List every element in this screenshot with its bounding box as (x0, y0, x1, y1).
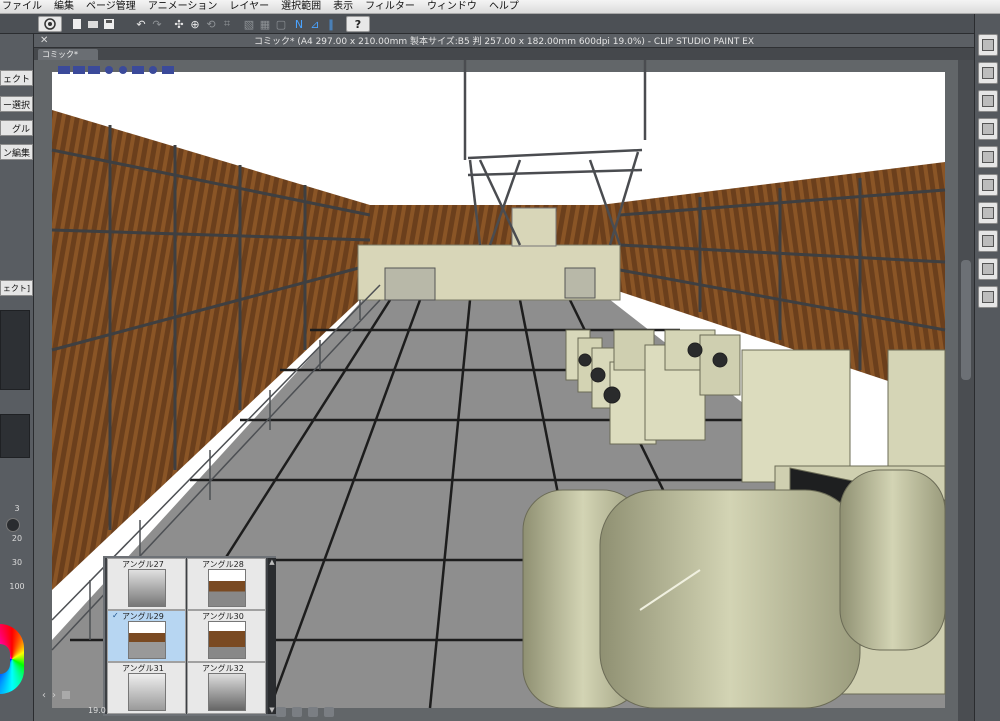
angle-item[interactable]: アングル28 (187, 558, 266, 610)
left-tool-panel: ェクト ー選択 グル ン編集 ェクト] 3 20 30 100 (0, 34, 34, 721)
next-page-icon[interactable]: › (52, 690, 56, 701)
angle-item-selected[interactable]: ✓ アングル29 (107, 610, 186, 662)
vertical-scrollbar[interactable] (958, 60, 974, 721)
rotate-icon[interactable]: ⟲ (204, 16, 218, 32)
image-layer-icon[interactable] (978, 230, 998, 252)
flip-view-icon[interactable] (292, 707, 302, 717)
check-icon: ✓ (112, 611, 119, 620)
3d-figure-icon[interactable] (978, 286, 998, 308)
menu-page[interactable]: ページ管理 (80, 0, 142, 14)
menu-edit[interactable]: 編集 (48, 0, 80, 14)
crop-icon[interactable]: ⌗ (220, 16, 234, 32)
grid-snap-icon[interactable]: ∥ (324, 16, 338, 32)
page-list-icon[interactable] (62, 691, 70, 699)
undo-icon[interactable]: ↶ (134, 16, 148, 32)
sub-tool-edit[interactable]: ン編集 (0, 144, 33, 160)
clear-icon[interactable]: ✣ (172, 16, 186, 32)
brush-size-20[interactable]: 20 (4, 534, 30, 548)
mask-icon[interactable] (978, 258, 998, 280)
border-icon[interactable]: ▢ (274, 16, 288, 32)
brush-size-100[interactable]: 100 (4, 582, 30, 596)
menu-filter[interactable]: フィルター (359, 0, 421, 14)
angle-thumbnail (128, 569, 166, 607)
tool-property-header: ェクト] (0, 280, 33, 296)
angle-item[interactable]: アングル27 (107, 558, 186, 610)
bottom-toolbar (276, 705, 576, 719)
sub-tool-object[interactable]: ェクト (0, 70, 33, 86)
help-button[interactable]: ? (346, 16, 370, 32)
app-window: ファイル 編集 ページ管理 アニメーション レイヤー 選択範囲 表示 フィルター… (0, 0, 1000, 721)
transform-icon[interactable]: ⊕ (188, 16, 202, 32)
menu-file[interactable]: ファイル (0, 0, 48, 14)
scroll-down-icon[interactable]: ▼ (268, 706, 276, 714)
scroll-up-icon[interactable]: ▲ (268, 558, 276, 566)
preview-panel (0, 414, 30, 458)
brush-size-30[interactable]: 30 (4, 558, 30, 572)
menu-window[interactable]: ウィンドウ (421, 0, 483, 14)
angle-item[interactable]: アングル31 (107, 662, 186, 714)
angle-palette: アングル27 アングル28 ✓ アングル29 アングル30 アングル31 アング… (103, 556, 276, 716)
save-icon[interactable] (102, 16, 116, 32)
tab-comic[interactable]: コミック* (38, 49, 98, 60)
angle-thumbnail (128, 621, 166, 659)
tone-icon[interactable]: ▦ (258, 16, 272, 32)
fit-view-icon[interactable] (308, 707, 318, 717)
command-bar: ↶ ↷ ✣ ⊕ ⟲ ⌗ ▧ ▦ ▢ N ⊿ ∥ ? (0, 14, 1000, 34)
help-icon: ? (354, 17, 362, 31)
brush-size-3[interactable]: 3 (4, 504, 30, 518)
redo-icon[interactable]: ↷ (150, 16, 164, 32)
sub-tool-select[interactable]: ー選択 (0, 96, 33, 112)
tone-layer-icon[interactable] (978, 90, 998, 112)
actual-size-icon[interactable] (324, 707, 334, 717)
angle-thumbnail (208, 621, 246, 659)
right-tool-panel (974, 14, 1000, 721)
tool-property-panel (0, 310, 30, 390)
transform-layer-icon[interactable] (978, 202, 998, 224)
layer-icon[interactable] (978, 34, 998, 56)
brush-dot[interactable] (6, 518, 20, 532)
sub-tool-angle[interactable]: グル (0, 120, 33, 136)
angle-palette-scrollbar[interactable]: ▲ ▼ (268, 558, 276, 714)
new-file-icon[interactable] (70, 16, 84, 32)
open-folder-icon[interactable] (86, 16, 100, 32)
zoom-level[interactable]: 19.0 (88, 706, 106, 715)
prev-page-icon[interactable]: ‹ (42, 690, 46, 701)
canvas-tab-strip: コミック* (34, 48, 974, 60)
close-icon[interactable]: ✕ (40, 35, 48, 46)
angle-thumbnail (208, 673, 246, 711)
angle-thumbnail (208, 569, 246, 607)
vector-layer-icon[interactable] (978, 62, 998, 84)
rotate-view-icon[interactable] (276, 707, 286, 717)
document-title-bar: ✕ コミック* (A4 297.00 x 210.00mm 製本サイズ:B5 判… (34, 34, 974, 48)
document-title: コミック* (A4 297.00 x 210.00mm 製本サイズ:B5 判 2… (253, 37, 755, 47)
special-ruler-snap-icon[interactable]: ⊿ (308, 16, 322, 32)
layer-merge-icon[interactable] (978, 174, 998, 196)
menu-bar: ファイル 編集 ページ管理 アニメーション レイヤー 選択範囲 表示 フィルター… (0, 0, 1000, 14)
menu-animation[interactable]: アニメーション (142, 0, 224, 14)
angle-thumbnail (128, 673, 166, 711)
ruler-snap-icon[interactable]: N (292, 16, 306, 32)
fill-icon[interactable]: ▧ (242, 16, 256, 32)
clip-studio-icon[interactable] (38, 16, 62, 32)
logo-icons (58, 66, 174, 74)
page-navigation: ‹ › (40, 688, 103, 702)
logo-strip (58, 64, 178, 79)
menu-selection[interactable]: 選択範囲 (275, 0, 327, 14)
angle-item[interactable]: アングル30 (187, 610, 266, 662)
layer-up-icon[interactable] (978, 146, 998, 168)
menu-view[interactable]: 表示 (327, 0, 359, 14)
frame-border-icon[interactable] (978, 118, 998, 140)
menu-help[interactable]: ヘルプ (483, 0, 525, 14)
angle-item[interactable]: アングル32 (187, 662, 266, 714)
scrollbar-thumb[interactable] (961, 260, 971, 380)
menu-layer[interactable]: レイヤー (223, 0, 275, 14)
angle-grid: アングル27 アングル28 ✓ アングル29 アングル30 アングル31 アング… (107, 558, 267, 714)
